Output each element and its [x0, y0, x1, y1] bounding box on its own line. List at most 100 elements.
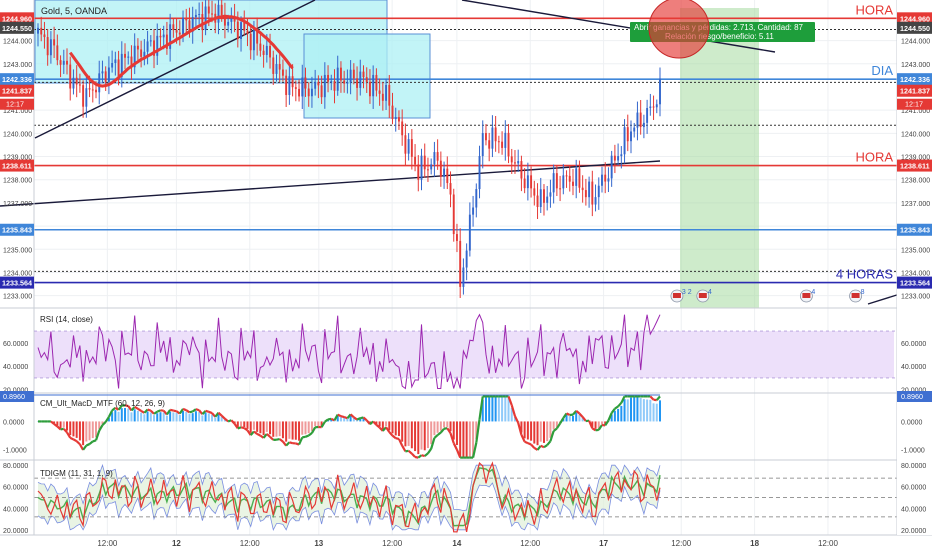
candle-body — [88, 88, 91, 90]
macd-bar — [185, 412, 188, 422]
macd-tick-left: 0.0000 — [3, 419, 25, 426]
candle-body — [497, 141, 500, 143]
candle-body — [75, 77, 78, 85]
macd-bar — [130, 412, 133, 422]
candle-body — [227, 21, 230, 26]
candle-body — [265, 45, 268, 55]
candle-body — [581, 187, 584, 191]
macd-segment — [240, 426, 245, 430]
candle-body — [95, 89, 97, 93]
event-count: 8 — [861, 289, 865, 296]
candle-body — [262, 50, 265, 55]
candle-body — [381, 93, 384, 101]
candle-body — [485, 133, 487, 141]
candle-body — [659, 78, 661, 105]
candle-body — [559, 188, 562, 190]
macd-segment — [302, 435, 306, 439]
candle-body — [372, 74, 375, 97]
candle-body — [436, 152, 439, 161]
candle-body — [562, 175, 565, 189]
macd-segment — [289, 441, 293, 445]
candle-body — [456, 234, 458, 241]
macd-bar — [272, 421, 275, 437]
macd-bar — [317, 421, 320, 427]
candle-body — [375, 74, 378, 91]
price-tag-label: 1244.550 — [900, 24, 930, 33]
macd-bar — [491, 396, 494, 422]
candle-body — [162, 34, 165, 38]
macd-bar — [146, 411, 149, 422]
candle-body — [459, 240, 462, 287]
macd-tick-left: -1.0000 — [3, 447, 27, 454]
trading-chart[interactable]: HORADIAHORA4 HORAS Abrir ganancias y pér… — [0, 0, 932, 550]
candle-body — [552, 173, 555, 193]
macd-bar — [85, 421, 88, 442]
candle-body — [394, 117, 397, 120]
macd-bar — [571, 415, 574, 422]
candle-body — [140, 49, 143, 57]
macd-segment — [337, 413, 342, 418]
macd-segment — [524, 440, 529, 445]
rsi-tick-left: 40.0000 — [3, 364, 28, 371]
candle-body — [78, 84, 81, 86]
time-tick: 12:00 — [520, 539, 541, 548]
macd-bar — [165, 415, 168, 422]
macd-segment — [305, 434, 310, 438]
candle-body — [301, 77, 304, 97]
macd-bar — [417, 421, 420, 455]
macd-bar — [294, 421, 297, 440]
candle-body — [423, 155, 426, 170]
macd-bar — [262, 421, 265, 436]
macd-segment — [92, 439, 97, 443]
candle-body — [433, 152, 436, 165]
macd-bar — [72, 421, 75, 437]
tdi-tick-left: 40.0000 — [3, 506, 28, 513]
rsi-label: RSI (14, close) — [40, 315, 93, 324]
price-tag-label: 1238.611 — [900, 162, 930, 171]
price-tag-label: 1233.564 — [900, 279, 930, 288]
candle-body — [317, 81, 320, 86]
candle-body — [285, 75, 288, 95]
macd-bar — [613, 410, 616, 422]
macd-bar — [291, 421, 294, 440]
time-tick: 17 — [599, 539, 608, 548]
macd-segment — [527, 442, 532, 446]
macd-bar — [468, 421, 471, 458]
candle-body — [178, 32, 181, 35]
flag-icon-stripe — [672, 293, 681, 298]
macd-bar — [246, 421, 249, 429]
price-tick-left: 1237.000 — [3, 201, 32, 208]
candle-body — [124, 53, 126, 58]
candle-body — [288, 76, 291, 95]
macd-bar — [256, 421, 259, 432]
tdi-tick: 40.0000 — [901, 506, 926, 513]
macd-bar — [198, 412, 201, 422]
price-axis[interactable]: 1244.0001243.0001241.0001240.0001239.000… — [897, 0, 932, 535]
macd-segment — [256, 432, 261, 437]
macd-bar — [201, 415, 204, 422]
macd-bar — [397, 421, 400, 437]
macd-bar — [542, 421, 545, 443]
tdi-tick-left: 20.0000 — [3, 528, 28, 535]
macd-bar — [265, 421, 268, 432]
candle-body — [298, 88, 301, 97]
macd-bar — [149, 412, 152, 422]
macd-segment — [69, 436, 74, 441]
macd-bar — [391, 421, 394, 434]
candle-body — [323, 74, 326, 98]
candle-body — [594, 197, 597, 205]
candle-body — [407, 139, 410, 154]
macd-bar — [504, 396, 507, 422]
macd-bar — [69, 421, 72, 436]
macd-segment — [169, 408, 174, 412]
candle-body — [649, 106, 652, 109]
candle-body — [72, 77, 75, 89]
macd-segment — [208, 410, 213, 415]
time-tick: 13 — [314, 539, 323, 548]
candle-body — [43, 34, 46, 38]
macd-bar — [207, 413, 210, 422]
candle-body — [543, 189, 545, 203]
macd-bar — [114, 410, 117, 422]
macd-bar — [82, 421, 85, 446]
macd-bar — [285, 421, 288, 442]
